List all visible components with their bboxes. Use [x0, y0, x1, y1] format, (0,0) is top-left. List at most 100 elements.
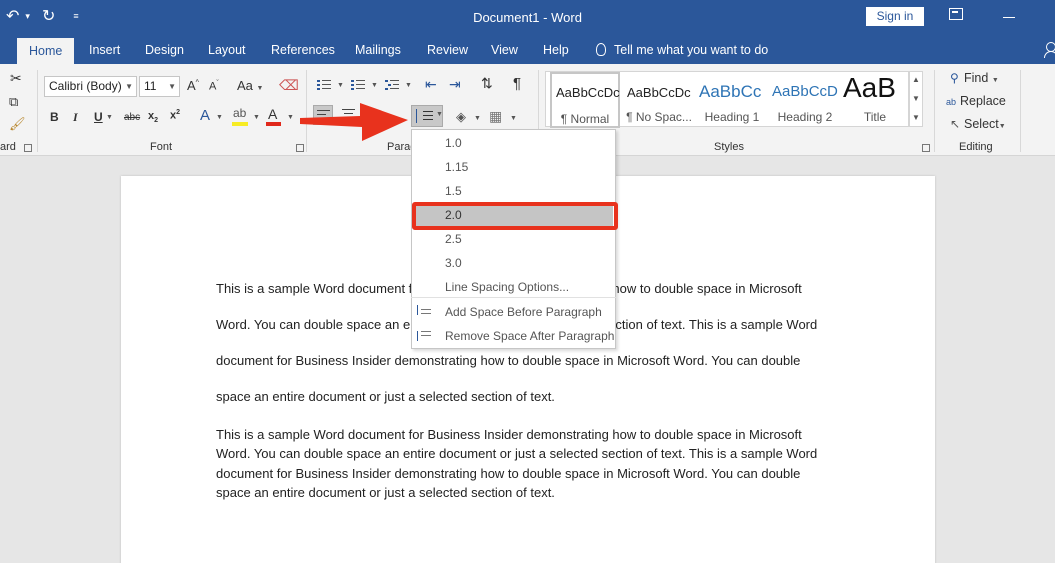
divider: [934, 70, 935, 152]
format-painter-icon[interactable]: 🖌: [9, 116, 26, 132]
tab-review[interactable]: Review: [427, 36, 468, 64]
chevron-down-icon: ▼: [168, 82, 176, 91]
shrink-font-icon[interactable]: Aˇ: [209, 80, 219, 93]
search-icon: ⚲: [950, 71, 959, 85]
borders-icon[interactable]: ▦: [489, 108, 502, 125]
shading-icon[interactable]: ◈: [456, 109, 466, 125]
style-heading-2[interactable]: AaBbCcD Heading 2: [769, 72, 841, 128]
tab-home[interactable]: Home: [17, 38, 75, 64]
font-name-combo[interactable]: Calibri (Body) ▼: [44, 76, 137, 97]
paragraph-single-spaced[interactable]: This is a sample Word document for Busin…: [216, 425, 856, 503]
find-button[interactable]: ⚲ Find ▼: [950, 71, 999, 85]
tab-design[interactable]: Design: [145, 36, 184, 64]
clear-formatting-icon[interactable]: ⌫: [279, 77, 299, 94]
increase-indent-icon[interactable]: ⇥: [449, 76, 461, 93]
text-line: space an entire document or just a selec…: [216, 389, 555, 404]
tab-mailings[interactable]: Mailings: [355, 36, 401, 64]
chevron-down-icon[interactable]: ▼: [510, 115, 517, 122]
chevron-down-icon[interactable]: ▼: [337, 82, 344, 89]
share-person-icon[interactable]: [1044, 42, 1055, 58]
superscript-icon[interactable]: x2: [170, 109, 180, 122]
chevron-down-icon[interactable]: ▼: [253, 114, 260, 121]
spacing-option-1-0[interactable]: 1.0: [412, 131, 615, 155]
minimize-icon[interactable]: [1003, 17, 1015, 18]
add-space-before-icon: [417, 305, 431, 317]
text-line: This is a sample Word document for Busin…: [216, 427, 802, 442]
change-case-button[interactable]: Aa ▼: [237, 78, 263, 93]
text-effects-icon[interactable]: A: [200, 107, 210, 124]
highlight-color-swatch: [232, 122, 248, 126]
show-formatting-marks-icon[interactable]: ¶: [513, 75, 521, 92]
tab-insert[interactable]: Insert: [89, 36, 120, 64]
style-sample: AaBbCc: [699, 82, 762, 101]
style-name: ¶ No Spac...: [626, 110, 692, 124]
chevron-down-icon[interactable]: ▼: [287, 114, 294, 121]
clipboard-launcher-icon[interactable]: [24, 144, 32, 152]
remove-space-after-icon: [417, 329, 431, 341]
chevron-down-icon[interactable]: ▼: [474, 115, 481, 122]
replace-icon: ab: [946, 97, 957, 107]
line-spacing-button[interactable]: ▼: [411, 105, 443, 127]
tab-help[interactable]: Help: [543, 36, 569, 64]
cut-icon[interactable]: ✂: [10, 70, 22, 87]
italic-icon[interactable]: I: [73, 110, 78, 125]
spacing-option-1-5[interactable]: 1.5: [412, 179, 615, 203]
style-title[interactable]: AaB Title: [839, 72, 911, 128]
divider: [1020, 70, 1021, 152]
replace-button[interactable]: ab Replace: [946, 94, 1006, 108]
ribbon-display-options-icon[interactable]: [949, 8, 963, 20]
multilevel-list-icon[interactable]: [385, 79, 399, 91]
scroll-up-icon[interactable]: ▲: [912, 75, 920, 84]
add-space-before-item[interactable]: Add Space Before Paragraph: [412, 300, 615, 324]
highlighter-icon[interactable]: ab: [233, 106, 246, 120]
style-name: Heading 1: [704, 110, 760, 124]
select-button[interactable]: ↖ Select▼: [950, 117, 1006, 131]
numbering-icon[interactable]: [351, 79, 365, 91]
style-no-spacing[interactable]: AaBbCcDc ¶ No Spac...: [623, 72, 695, 128]
styles-gallery: AaBbCcDc ¶ Normal AaBbCcDc ¶ No Spac... …: [545, 71, 911, 128]
strikethrough-icon[interactable]: abc: [124, 112, 140, 123]
font-launcher-icon[interactable]: [296, 144, 304, 152]
change-case-label: Aa: [237, 78, 253, 93]
grow-font-icon[interactable]: A^: [187, 78, 199, 93]
font-name-value: Calibri (Body): [49, 79, 122, 93]
scroll-down-icon[interactable]: ▼: [912, 94, 920, 103]
spacing-option-2-5[interactable]: 2.5: [412, 227, 615, 251]
chevron-down-icon[interactable]: ▼: [371, 82, 378, 89]
remove-space-after-item[interactable]: Remove Space After Paragraph: [412, 324, 615, 348]
font-color-icon[interactable]: A: [268, 106, 277, 122]
style-heading-1[interactable]: AaBbCc Heading 1: [696, 72, 768, 128]
chevron-down-icon: ▼: [125, 82, 133, 91]
more-styles-icon[interactable]: ▼: [912, 113, 920, 122]
styles-launcher-icon[interactable]: [922, 144, 930, 152]
tab-view[interactable]: View: [491, 36, 518, 64]
font-size-value: 11: [144, 79, 157, 93]
sort-icon[interactable]: ⇅: [481, 75, 493, 92]
style-name: Title: [863, 110, 887, 124]
style-normal[interactable]: AaBbCcDc ¶ Normal: [550, 72, 620, 128]
styles-gallery-scroll[interactable]: ▲ ▼ ▼: [909, 71, 923, 127]
decrease-indent-icon[interactable]: ⇤: [425, 76, 437, 93]
copy-icon[interactable]: ⧉: [9, 94, 18, 110]
chevron-down-icon[interactable]: ▼: [106, 114, 113, 121]
title-bar: ↶ ▾ ↻ ≡ Document1 - Word Sign in: [0, 0, 1055, 36]
font-size-combo[interactable]: 11 ▼: [139, 76, 180, 97]
sign-in-button[interactable]: Sign in: [866, 7, 924, 26]
text-line: Word. You can double space an entire doc…: [216, 446, 818, 462]
select-label: Select: [964, 117, 999, 131]
tell-me-search[interactable]: Tell me what you want to do: [596, 36, 768, 64]
line-spacing-options-item[interactable]: Line Spacing Options...: [412, 275, 615, 299]
spacing-option-3-0[interactable]: 3.0: [412, 251, 615, 275]
tab-layout[interactable]: Layout: [208, 36, 246, 64]
chevron-down-icon[interactable]: ▼: [405, 82, 412, 89]
subscript-icon[interactable]: x2: [148, 110, 158, 124]
text-line: document for Business Insider demonstrat…: [216, 465, 801, 481]
spacing-option-1-15[interactable]: 1.15: [412, 155, 615, 179]
bold-icon[interactable]: B: [50, 110, 59, 124]
tab-references[interactable]: References: [271, 36, 335, 64]
chevron-down-icon[interactable]: ▼: [216, 114, 223, 121]
bullets-icon[interactable]: [317, 79, 331, 91]
highlight-frame: [412, 202, 618, 230]
style-sample: AaBbCcD: [772, 83, 838, 100]
underline-icon[interactable]: U: [94, 110, 103, 124]
